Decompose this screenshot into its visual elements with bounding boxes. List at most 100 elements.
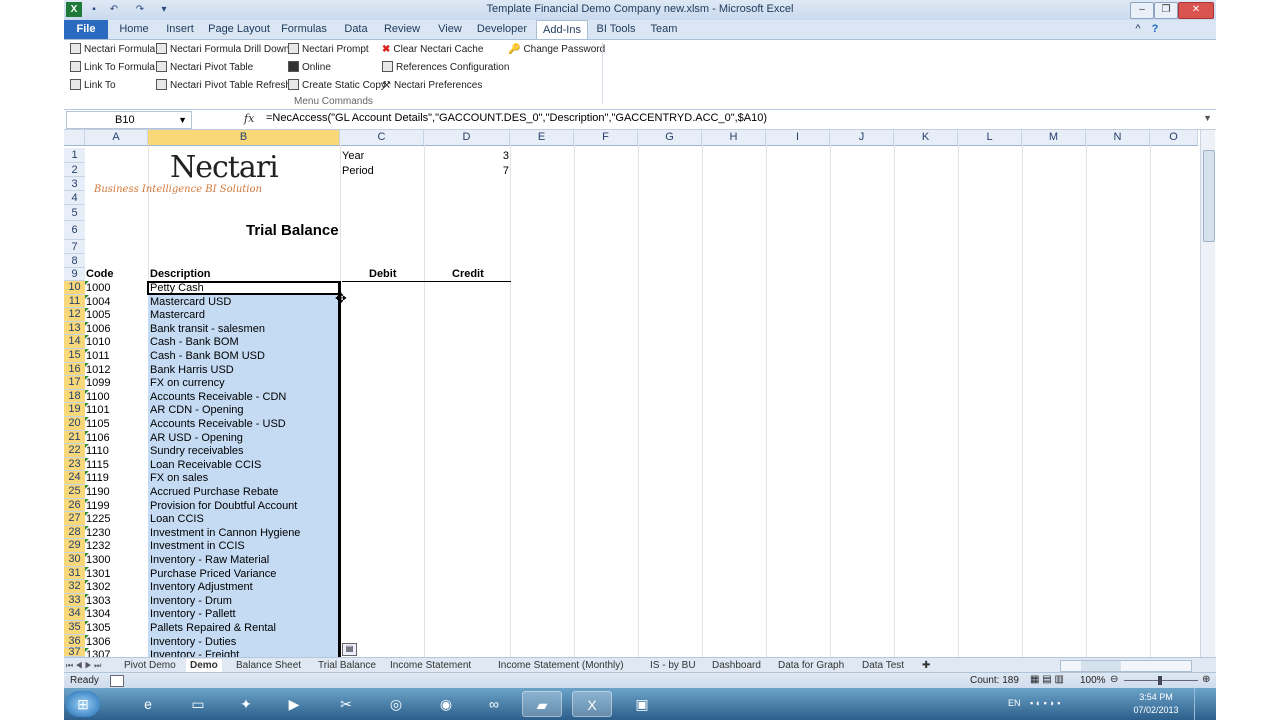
description-cell[interactable]: Pallets Repaired & Rental [150, 622, 336, 634]
column-header-n[interactable]: N [1086, 130, 1150, 145]
create-static-copy-button[interactable]: Create Static Copy [288, 78, 386, 94]
row-header-4[interactable]: 4 [64, 191, 85, 205]
description-cell[interactable]: Accounts Receivable - USD [150, 418, 336, 430]
sheet-tab-balance-sheet[interactable]: Balance Sheet [236, 659, 301, 672]
insert-function-icon[interactable]: fx [244, 112, 254, 125]
name-box[interactable]: B10 ▼ [66, 111, 192, 129]
code-cell[interactable]: 1300 [86, 554, 146, 566]
code-cell[interactable]: 1000 [86, 282, 146, 294]
code-cell[interactable]: 1230 [86, 527, 146, 539]
code-cell[interactable]: 1115 [86, 459, 146, 471]
close-button[interactable]: ✕ [1178, 2, 1214, 19]
column-header-k[interactable]: K [894, 130, 958, 145]
zoom-out-icon[interactable]: ⊖ [1110, 674, 1118, 685]
references-configuration-button[interactable]: References Configuration [382, 60, 509, 76]
select-all-corner[interactable] [64, 130, 85, 145]
start-button[interactable]: ⊞ [66, 691, 100, 717]
description-cell[interactable]: Inventory - Duties [150, 636, 336, 648]
sheet-tab-data-test[interactable]: Data Test [862, 659, 904, 672]
row-header-14[interactable]: 14 [64, 335, 85, 349]
sheet-tab-pivot-demo[interactable]: Pivot Demo [124, 659, 176, 672]
description-cell[interactable]: Mastercard USD [150, 296, 336, 308]
code-cell[interactable]: 1099 [86, 377, 146, 389]
tab-insert[interactable]: Insert [160, 20, 200, 39]
description-cell[interactable]: Bank transit - salesmen [150, 323, 336, 335]
tab-add-ins[interactable]: Add-Ins [536, 20, 588, 40]
row-header-8[interactable]: 8 [64, 254, 85, 268]
sheet-nav-arrows[interactable]: ⏮ ◀ ▶ ⏭ [66, 659, 101, 672]
media-player-icon[interactable]: ▶ [274, 691, 314, 717]
description-cell[interactable]: Inventory - Drum [150, 595, 336, 607]
year-value[interactable]: 3 [480, 150, 509, 162]
row-header-5[interactable]: 5 [64, 205, 85, 221]
row-header-17[interactable]: 17 [64, 376, 85, 390]
macro-record-icon[interactable] [110, 675, 124, 687]
code-cell[interactable]: 1110 [86, 445, 146, 457]
zoom-in-icon[interactable]: ⊕ [1202, 674, 1210, 685]
insert-sheet-icon[interactable]: ✚ [922, 659, 930, 672]
code-cell[interactable]: 1100 [86, 391, 146, 403]
row-header-28[interactable]: 28 [64, 525, 85, 540]
expand-formula-bar-icon[interactable]: ▼ [1203, 113, 1212, 123]
description-cell[interactable]: Cash - Bank BOM USD [150, 350, 336, 362]
code-cell[interactable]: 1010 [86, 336, 146, 348]
code-cell[interactable]: 1004 [86, 296, 146, 308]
change-password-button[interactable]: 🔑 Change Password [508, 42, 605, 58]
app-infinity-icon[interactable]: ∞ [474, 691, 514, 717]
row-header-6[interactable]: 6 [64, 221, 85, 240]
tab-view[interactable]: View [432, 20, 468, 39]
column-header-l[interactable]: L [958, 130, 1022, 145]
code-cell[interactable]: 1302 [86, 581, 146, 593]
code-cell[interactable]: 1005 [86, 309, 146, 321]
description-cell[interactable]: Inventory - Raw Material [150, 554, 336, 566]
description-cell[interactable]: Cash - Bank BOM [150, 336, 336, 348]
tab-review[interactable]: Review [382, 20, 422, 39]
column-header-e[interactable]: E [510, 130, 574, 145]
description-cell[interactable]: Provision for Doubtful Account [150, 500, 336, 512]
sheet-tab-dashboard[interactable]: Dashboard [712, 659, 761, 672]
app-dark-icon[interactable]: ▣ [622, 691, 662, 717]
description-cell[interactable]: Loan CCIS [150, 513, 336, 525]
tab-developer[interactable]: Developer [476, 20, 528, 39]
column-header-b[interactable]: B [148, 130, 340, 145]
row-header-29[interactable]: 29 [64, 539, 85, 553]
tab-formulas[interactable]: Formulas [278, 20, 330, 39]
description-cell[interactable]: AR USD - Opening [150, 432, 336, 444]
app-icon[interactable]: ◎ [376, 691, 416, 717]
minimize-button[interactable]: – [1130, 2, 1154, 19]
column-header-h[interactable]: H [702, 130, 766, 145]
folder-icon[interactable]: ▭ [178, 691, 218, 717]
code-cell[interactable]: 1101 [86, 404, 146, 416]
column-header-i[interactable]: I [766, 130, 830, 145]
tools-app-icon[interactable]: ✦ [226, 691, 266, 717]
description-cell[interactable]: Accounts Receivable - CDN [150, 391, 336, 403]
language-indicator[interactable]: EN [1008, 698, 1021, 708]
row-header-12[interactable]: 12 [64, 308, 85, 322]
column-header-a[interactable]: A [85, 130, 148, 145]
row-header-11[interactable]: 11 [64, 294, 85, 309]
row-header-2[interactable]: 2 [64, 163, 85, 177]
row-header-30[interactable]: 30 [64, 553, 85, 567]
nectari-preferences-button[interactable]: ⚒ Nectari Preferences [382, 78, 482, 94]
sheet-tab-is-by-bu[interactable]: IS - by BU [650, 659, 696, 672]
description-cell[interactable]: AR CDN - Opening [150, 404, 336, 416]
ribbon-minimize-icon[interactable]: ^ [1132, 20, 1144, 39]
description-cell[interactable]: Sundry receivables [150, 445, 336, 457]
description-cell[interactable]: FX on sales [150, 472, 336, 484]
clock-time[interactable]: 3:54 PM [1128, 692, 1184, 702]
column-header-m[interactable]: M [1022, 130, 1086, 145]
row-header-33[interactable]: 33 [64, 593, 85, 608]
tab-team[interactable]: Team [646, 20, 682, 39]
code-cell[interactable]: 1105 [86, 418, 146, 430]
code-cell[interactable]: 1119 [86, 472, 146, 484]
row-header-32[interactable]: 32 [64, 580, 85, 594]
column-header-j[interactable]: J [830, 130, 894, 145]
sheet-tab-income-statement-monthly[interactable]: Income Statement (Monthly) [498, 659, 624, 672]
excel-taskbar-icon[interactable]: X [572, 691, 612, 717]
row-header-13[interactable]: 13 [64, 321, 85, 336]
row-header-19[interactable]: 19 [64, 403, 85, 417]
restore-button[interactable]: ❐ [1154, 2, 1178, 19]
zoom-slider-handle[interactable] [1158, 676, 1162, 685]
row-header-3[interactable]: 3 [64, 177, 85, 191]
column-header-g[interactable]: G [638, 130, 702, 145]
